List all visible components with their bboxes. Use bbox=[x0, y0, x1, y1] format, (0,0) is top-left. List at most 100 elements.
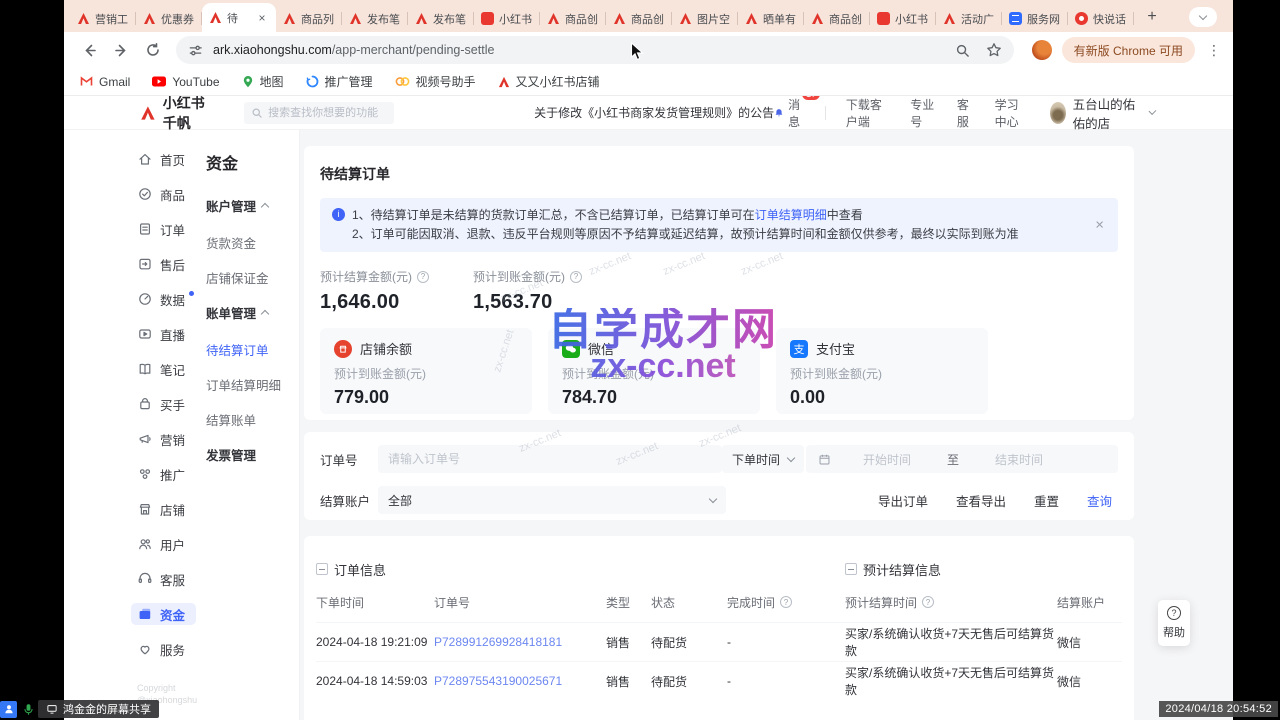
help-button[interactable]: 帮助 bbox=[1158, 600, 1190, 646]
rail-item-marketing[interactable]: 营销 bbox=[131, 428, 196, 450]
forward-button[interactable] bbox=[108, 37, 134, 63]
collapse-icon[interactable] bbox=[845, 563, 857, 575]
question-icon[interactable] bbox=[922, 596, 934, 608]
subnav-item-settle-bill[interactable]: 结算账单 bbox=[206, 410, 299, 429]
bookmark-maps[interactable]: 地图 bbox=[242, 73, 284, 90]
subnav-item-pending-settle[interactable]: 待结算订单 bbox=[206, 340, 299, 359]
browser-tab[interactable]: 活动广 bbox=[936, 5, 1002, 32]
chrome-profile-avatar[interactable] bbox=[1032, 40, 1052, 60]
rail-item-data[interactable]: 数据 bbox=[131, 288, 196, 310]
participant-icon[interactable] bbox=[0, 701, 17, 718]
browser-tab[interactable]: 发布笔 bbox=[408, 5, 474, 32]
bookmark-qianfan-store[interactable]: 又又小红书店铺 bbox=[498, 73, 600, 90]
browser-tab[interactable]: 小红书 bbox=[474, 5, 540, 32]
rail-item-serve[interactable]: 服务 bbox=[131, 638, 196, 660]
tab-close-icon[interactable] bbox=[255, 11, 269, 25]
app-search-input[interactable] bbox=[244, 102, 394, 124]
order-no-input[interactable] bbox=[378, 445, 722, 473]
rail-item-notes[interactable]: 笔记 bbox=[131, 358, 196, 380]
table-row[interactable]: 2024-04-18 14:59:03 P728975543190025671 … bbox=[316, 661, 1122, 700]
announcement-link[interactable]: 关于修改《小红书商家发货管理规则》的公告 bbox=[534, 104, 774, 121]
pro-account-link[interactable]: 专业号 bbox=[910, 96, 937, 130]
tab-list-chevron-button[interactable] bbox=[1189, 7, 1217, 27]
settle-account-select[interactable]: 全部 bbox=[378, 486, 726, 514]
messages-link[interactable]: 消息 17 bbox=[774, 96, 805, 130]
group-settle-info[interactable]: 预计结算信息 bbox=[845, 560, 1122, 579]
tab-title: 商品列 bbox=[301, 11, 335, 27]
export-orders-button[interactable]: 导出订单 bbox=[878, 491, 928, 510]
date-end-placeholder[interactable]: 结束时间 bbox=[995, 451, 1043, 468]
browser-tab[interactable]: 晒单有 bbox=[738, 5, 804, 32]
subnav-group-invoice[interactable]: 发票管理 bbox=[206, 445, 299, 464]
bookmark-channels[interactable]: 视频号助手 bbox=[395, 73, 476, 90]
table-row[interactable]: 2024-04-18 19:21:09 P728991269928418181 … bbox=[316, 622, 1122, 661]
bookmark-youtube[interactable]: YouTube bbox=[152, 75, 219, 89]
learning-center-link[interactable]: 学习中心 bbox=[995, 96, 1030, 130]
order-link[interactable]: P728991269928418181 bbox=[434, 635, 606, 649]
url-bar[interactable]: ark.xiaohongshu.com/app-merchant/pending… bbox=[176, 36, 1014, 64]
reset-button[interactable]: 重置 bbox=[1034, 491, 1059, 510]
browser-tab[interactable]: 商品列 bbox=[276, 5, 342, 32]
view-export-button[interactable]: 查看导出 bbox=[956, 491, 1006, 510]
store-menu[interactable]: 五台山的佑佑的店 bbox=[1050, 96, 1155, 132]
rail-item-home[interactable]: 首页 bbox=[131, 148, 196, 170]
browser-tab[interactable]: 商品创 bbox=[804, 5, 870, 32]
rail-item-service[interactable]: 客服 bbox=[131, 568, 196, 590]
rail-item-orders[interactable]: 订单 bbox=[131, 218, 196, 240]
browser-tab-active[interactable]: 待 bbox=[202, 3, 276, 32]
bookmark-star-icon[interactable] bbox=[986, 42, 1002, 58]
subnav-item-goods-funds[interactable]: 货款资金 bbox=[206, 233, 299, 252]
rail-item-shop[interactable]: 店铺 bbox=[131, 498, 196, 520]
notice-settle-detail-link[interactable]: 订单结算明细 bbox=[755, 208, 827, 222]
tune-icon[interactable] bbox=[188, 43, 203, 58]
date-start-placeholder[interactable]: 开始时间 bbox=[863, 451, 911, 468]
browser-tab[interactable]: 服务网 bbox=[1002, 5, 1068, 32]
browser-tab[interactable]: 图片空 bbox=[672, 5, 738, 32]
group-order-info[interactable]: 订单信息 bbox=[316, 560, 845, 579]
subnav-item-deposit[interactable]: 店铺保证金 bbox=[206, 268, 299, 287]
chrome-update-chip[interactable]: 有新版 Chrome 可用 bbox=[1062, 37, 1195, 63]
date-range-picker[interactable]: 开始时间 至 结束时间 bbox=[806, 445, 1118, 473]
question-icon[interactable] bbox=[780, 596, 792, 608]
collapse-icon[interactable] bbox=[316, 563, 328, 575]
question-icon[interactable] bbox=[417, 271, 429, 283]
search-icon[interactable] bbox=[955, 43, 970, 58]
subnav-item-settle-detail[interactable]: 订单结算明细 bbox=[206, 375, 299, 394]
browser-tab[interactable]: 商品创 bbox=[540, 5, 606, 32]
question-icon[interactable] bbox=[570, 271, 582, 283]
browser-tab[interactable]: 营销工 bbox=[70, 5, 136, 32]
bookmark-promo[interactable]: 推广管理 bbox=[306, 73, 373, 90]
rail-item-promotion[interactable]: 推广 bbox=[131, 463, 196, 485]
order-link[interactable]: P728975543190025671 bbox=[434, 674, 606, 688]
download-client-link[interactable]: 下载客户端 bbox=[846, 96, 890, 130]
browser-toolbar: ark.xiaohongshu.com/app-merchant/pending… bbox=[64, 32, 1233, 68]
rail-item-live[interactable]: 直播 bbox=[131, 323, 196, 345]
subnav-group-account[interactable]: 账户管理 bbox=[206, 196, 299, 215]
close-icon[interactable] bbox=[1095, 216, 1104, 235]
new-tab-button[interactable] bbox=[1140, 5, 1164, 29]
qianfan-favicon-icon bbox=[547, 12, 560, 25]
rail-item-goods[interactable]: 商品 bbox=[131, 183, 196, 205]
reload-button[interactable] bbox=[140, 37, 166, 63]
customer-service-link[interactable]: 客服 bbox=[957, 96, 975, 130]
browser-tab[interactable]: 发布笔 bbox=[342, 5, 408, 32]
rail-item-users[interactable]: 用户 bbox=[131, 533, 196, 555]
app-brand[interactable]: 小红书千帆 bbox=[140, 96, 218, 133]
bookmark-gmail[interactable]: Gmail bbox=[80, 75, 130, 89]
rail-item-aftersale[interactable]: 售后 bbox=[131, 253, 196, 275]
microphone-icon[interactable] bbox=[20, 701, 36, 717]
browser-tab[interactable]: 商品创 bbox=[606, 5, 672, 32]
qianfan-favicon-icon bbox=[745, 12, 758, 25]
browser-tab[interactable]: 优惠券 bbox=[136, 5, 202, 32]
order-time-select[interactable]: 下单时间 bbox=[722, 445, 804, 473]
calendar-icon bbox=[818, 453, 831, 466]
subnav-group-bills[interactable]: 账单管理 bbox=[206, 303, 299, 322]
chrome-menu-icon[interactable] bbox=[1205, 41, 1223, 59]
browser-tab[interactable]: 快说话 bbox=[1068, 5, 1134, 32]
back-button[interactable] bbox=[76, 37, 102, 63]
query-button[interactable]: 查询 bbox=[1087, 491, 1112, 510]
browser-tab[interactable]: 小红书 bbox=[870, 5, 936, 32]
account-label: 预计到账金额(元) bbox=[334, 365, 518, 382]
rail-item-funds[interactable]: 资金 bbox=[131, 603, 196, 625]
rail-item-buyer[interactable]: 买手 bbox=[131, 393, 196, 415]
